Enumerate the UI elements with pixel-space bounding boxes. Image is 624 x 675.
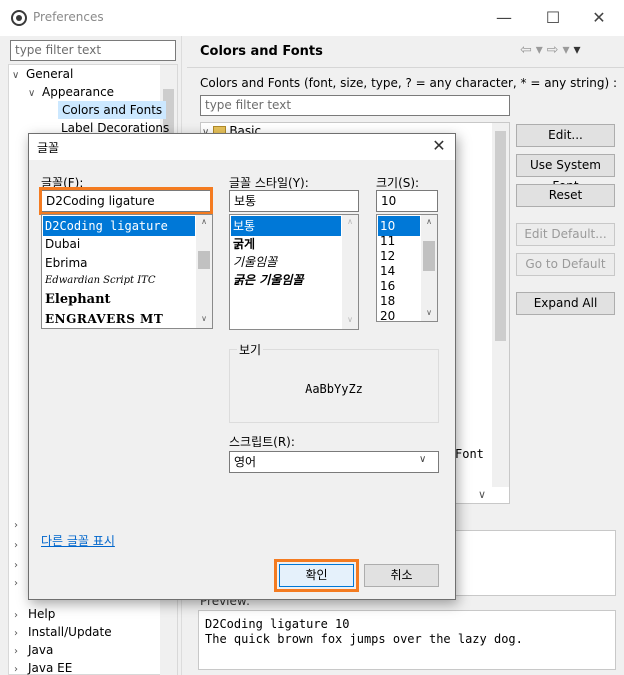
font-option-engravers-mt[interactable]: ENGRAVERS MT: [43, 309, 195, 328]
use-system-font-button[interactable]: Use System Font: [516, 154, 615, 193]
chevron-right-icon[interactable]: ›: [14, 537, 28, 555]
expand-all-button[interactable]: Expand All: [516, 292, 615, 315]
size-option[interactable]: 20: [378, 306, 420, 321]
preferences-titlebar: Preferences — ☐ ✕: [0, 0, 624, 36]
chevron-right-icon[interactable]: ›: [14, 575, 28, 593]
chevron-down-icon[interactable]: ∨: [28, 85, 42, 103]
scroll-down-icon[interactable]: ∨: [196, 312, 212, 326]
edit-button[interactable]: Edit...: [516, 124, 615, 147]
tree-item-java[interactable]: › Java: [14, 641, 53, 659]
left-filter-input[interactable]: type filter text: [10, 40, 176, 61]
style-option-bold-italic[interactable]: 굵은 기울임꼴: [231, 270, 341, 290]
tree-item-java-ee[interactable]: › Java EE: [14, 659, 72, 675]
more-fonts-link[interactable]: 다른 글꼴 표시: [41, 532, 115, 549]
tree-collapsed-arrow[interactable]: ›: [14, 515, 28, 533]
font-option-elephant[interactable]: Elephant: [43, 290, 195, 310]
font-dialog: 글꼴 ✕ 글꼴(F): D2Coding ligature D2Coding l…: [28, 133, 456, 600]
scroll-up-icon[interactable]: ∧: [421, 215, 437, 229]
style-option-regular[interactable]: 보통: [231, 216, 341, 236]
font-name-list[interactable]: D2Coding ligature Dubai Ebrima Edwardian…: [41, 214, 213, 329]
window-title: Preferences: [33, 10, 104, 24]
colors-fonts-description: Colors and Fonts (font, size, type, ? = …: [200, 76, 618, 90]
tree-item-colors-and-fonts[interactable]: Colors and Fonts: [58, 101, 167, 119]
font-style-list[interactable]: 보통 굵게 기울임꼴 굵은 기울임꼴 ∧ ∨: [229, 214, 359, 330]
tree-collapsed-arrow[interactable]: ›: [14, 555, 28, 573]
chevron-down-icon[interactable]: ∨: [478, 488, 486, 501]
scroll-down-icon[interactable]: ∨: [421, 306, 437, 320]
font-name-highlight: [39, 187, 213, 215]
font-dialog-titlebar: 글꼴 ✕: [29, 134, 455, 160]
view-menu-icon[interactable]: ▾: [574, 42, 585, 58]
font-option-ebrima[interactable]: Ebrima: [43, 253, 195, 273]
cancel-button[interactable]: 취소: [364, 564, 439, 587]
close-icon[interactable]: ✕: [587, 6, 611, 30]
size-list-scroll-thumb[interactable]: [423, 241, 435, 271]
header-divider: [187, 67, 624, 68]
back-arrow-icon[interactable]: ⇦: [520, 42, 536, 58]
sample-label: 보기: [237, 341, 264, 358]
tree-collapsed-arrow[interactable]: ›: [14, 535, 28, 553]
scroll-down-icon[interactable]: ∨: [342, 313, 358, 327]
history-nav[interactable]: ⇦▾⇨▾▾: [520, 42, 585, 58]
font-list-scroll-thumb[interactable]: [198, 251, 210, 269]
edit-default-button[interactable]: Edit Default...: [516, 223, 615, 246]
forward-arrow-icon[interactable]: ⇨: [547, 42, 563, 58]
chevron-down-icon[interactable]: ∨: [419, 454, 426, 465]
scroll-up-icon[interactable]: ∧: [342, 215, 358, 229]
script-label: 스크립트(R):: [229, 435, 295, 449]
font-size-label: 크기(S):: [376, 176, 420, 190]
tree-item-font-text[interactable]: Font: [455, 447, 484, 461]
colors-tree-scroll-thumb[interactable]: [495, 131, 506, 341]
font-dialog-title: 글꼴: [37, 141, 60, 155]
go-to-default-button[interactable]: Go to Default: [516, 253, 615, 276]
preview-box: D2Coding ligature 10 The quick brown fox…: [198, 610, 616, 670]
style-option-bold[interactable]: 굵게: [231, 234, 341, 254]
script-select[interactable]: 영어: [229, 451, 439, 473]
scroll-up-icon[interactable]: ∧: [196, 215, 212, 229]
minimize-icon[interactable]: —: [492, 6, 516, 30]
font-size-input[interactable]: 10: [376, 190, 438, 212]
page-title: Colors and Fonts: [200, 44, 323, 59]
chevron-down-icon[interactable]: ∨: [12, 67, 26, 85]
font-style-input[interactable]: 보통: [229, 190, 359, 212]
chevron-right-icon[interactable]: ›: [14, 661, 28, 675]
font-style-label: 글꼴 스타일(Y):: [229, 176, 309, 190]
tree-collapsed-arrow[interactable]: ›: [14, 573, 28, 591]
font-option-d2coding[interactable]: D2Coding ligature: [43, 216, 195, 236]
font-size-list[interactable]: 10 11 12 14 16 18 20 ∧ ∨: [376, 214, 438, 322]
tree-item-general[interactable]: ∨ General: [12, 65, 73, 83]
tree-item-help[interactable]: › Help: [14, 605, 55, 623]
preview-line: D2Coding ligature 10: [205, 617, 350, 631]
colors-tree-scrollbar[interactable]: [492, 123, 509, 487]
tree-item-appearance[interactable]: ∨ Appearance: [28, 83, 114, 101]
style-list-scrollbar[interactable]: ∧ ∨: [342, 215, 358, 329]
ok-button-highlight: [274, 559, 359, 592]
eclipse-app-icon: [11, 10, 27, 26]
font-option-dubai[interactable]: Dubai: [43, 234, 195, 254]
chevron-right-icon[interactable]: ›: [14, 517, 28, 535]
style-option-italic[interactable]: 기울임꼴: [231, 252, 341, 272]
font-list-scrollbar[interactable]: ∧ ∨: [196, 215, 212, 328]
tree-item-install-update[interactable]: › Install/Update: [14, 623, 112, 641]
right-filter-input[interactable]: type filter text: [200, 95, 510, 116]
sample-text: AaBbYyZz: [305, 382, 363, 396]
reset-button[interactable]: Reset: [516, 184, 615, 207]
preview-line: The quick brown fox jumps over the lazy …: [205, 632, 523, 646]
maximize-icon[interactable]: ☐: [541, 6, 565, 30]
close-icon[interactable]: ✕: [429, 136, 449, 156]
size-list-scrollbar[interactable]: ∧ ∨: [421, 215, 437, 321]
font-option-edwardian-script[interactable]: Edwardian Script ITC: [43, 271, 195, 291]
